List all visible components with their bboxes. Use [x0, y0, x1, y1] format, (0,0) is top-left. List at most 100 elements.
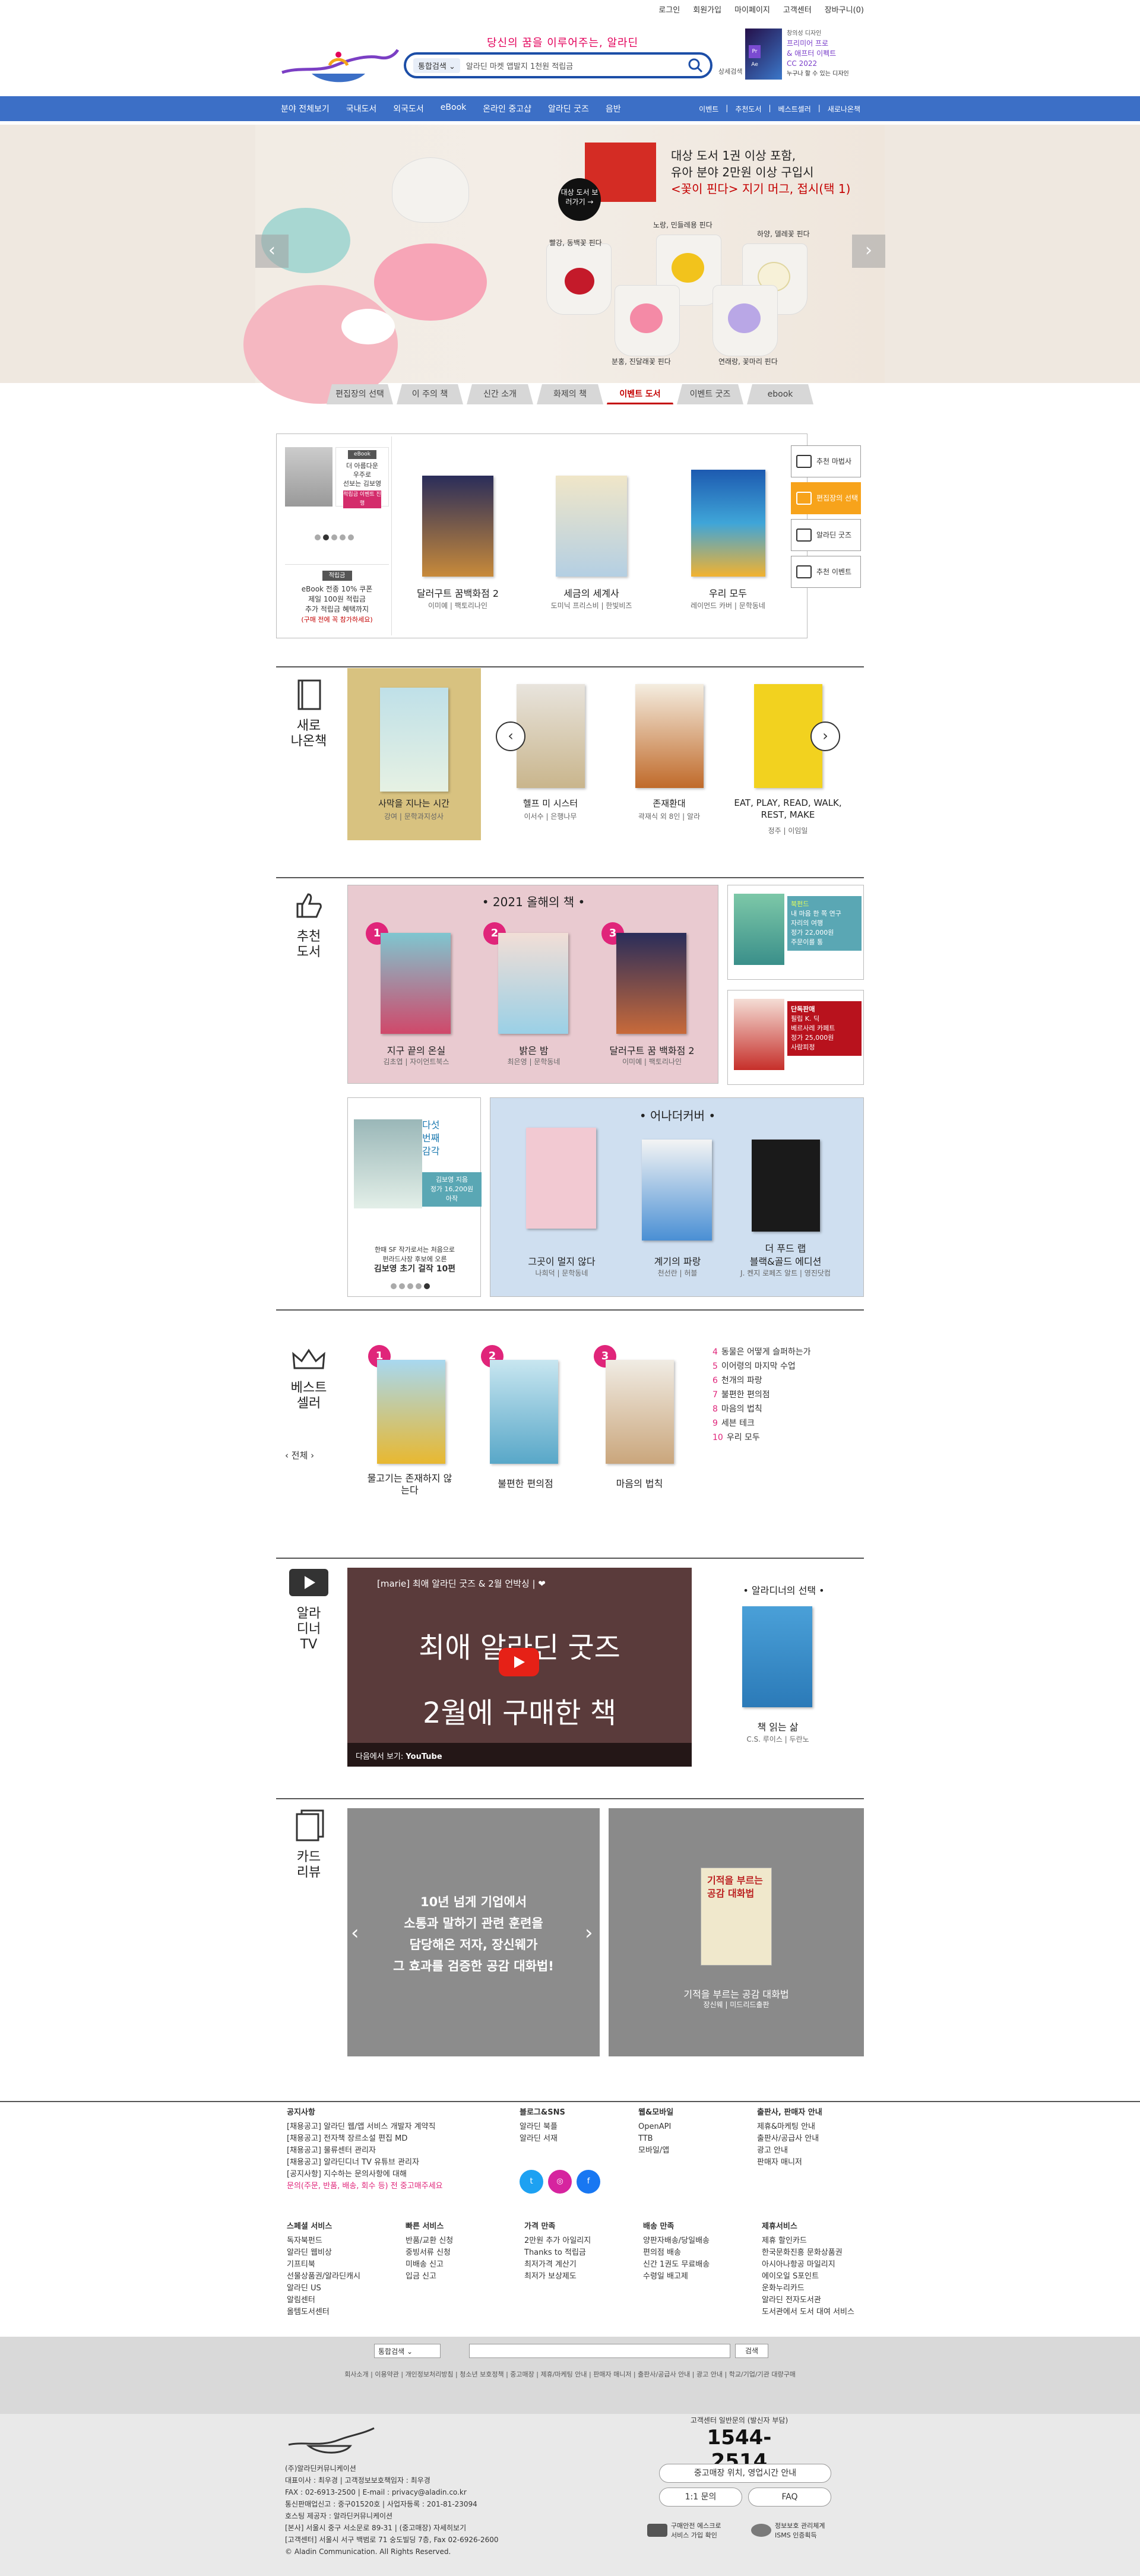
book-cover[interactable] — [556, 476, 627, 577]
footer-link[interactable]: 제휴&마케팅 안내 — [757, 2121, 864, 2133]
mypage-link[interactable]: 마이페이지 — [734, 4, 770, 15]
footer-link[interactable]: 수령일 배고제 — [643, 2271, 753, 2283]
book-cover[interactable] — [752, 1140, 820, 1232]
goods-button[interactable]: 알라딘 굿즈 — [791, 519, 861, 551]
inquiry-button[interactable]: 1:1 문의 — [659, 2488, 742, 2507]
footer-search-category[interactable]: 통합검색 ⌄ — [374, 2344, 441, 2358]
card-prev-arrow[interactable]: ‹ — [351, 1921, 359, 1945]
book-title[interactable]: 세금의 세계사 — [532, 586, 651, 600]
book-cover[interactable] — [606, 1360, 674, 1464]
footer-link[interactable]: 최저가격 계산기 — [524, 2259, 634, 2271]
bestseller-list-item[interactable]: 6 천개의 파랑 — [712, 1374, 811, 1388]
next-arrow-button[interactable]: › — [810, 721, 840, 751]
book-cover[interactable] — [616, 933, 686, 1034]
ebook-coupon-promo[interactable]: 적립금 eBook 전종 10% 쿠폰 제일 100원 적립금 추가 적립금 혜… — [285, 564, 389, 625]
book-cover[interactable] — [380, 688, 448, 792]
carousel-dots[interactable] — [315, 534, 354, 540]
book-cover[interactable] — [381, 933, 451, 1034]
book-title[interactable]: 책 읽는 삶 — [718, 1719, 837, 1733]
policy-link[interactable]: 학교/기업/기관 대량구매 — [729, 2371, 796, 2378]
tab-ebook[interactable]: ebook — [747, 384, 813, 404]
bestseller-list-item[interactable]: 7 불편한 편의점 — [712, 1388, 811, 1402]
tab-hot-books[interactable]: 화제의 책 — [537, 384, 603, 404]
card-next-arrow[interactable]: › — [585, 1921, 593, 1945]
book-cover[interactable] — [635, 684, 704, 788]
header-ad[interactable]: Pr Ae 창의성 디자인 프리미어 프로 & 애프터 이펙트 CC 2022 … — [745, 29, 864, 88]
bestseller-list-item[interactable]: 10 우리 모두 — [712, 1431, 811, 1445]
policy-link[interactable]: 회사소개 — [344, 2371, 368, 2378]
author-photo[interactable] — [285, 447, 332, 507]
book-title[interactable]: 우리 모두 — [669, 586, 787, 600]
nav-foreign[interactable]: 외국도서 — [393, 103, 424, 115]
search-icon[interactable] — [688, 58, 703, 73]
recommend-event-button[interactable]: 추천 이벤트 — [791, 556, 861, 588]
footer-link[interactable]: 알라딘 웹비상 — [287, 2247, 397, 2259]
book-cover[interactable] — [526, 1128, 596, 1229]
bookfund-promo[interactable]: 북펀드 내 마음 한 쪽 연구 자리의 여행 정가 22,000원 주문이를 통 — [727, 885, 864, 980]
footer-link[interactable]: 알라딘 북플 — [520, 2121, 626, 2133]
footer-link[interactable]: 아시아나항공 마일리지 — [762, 2259, 872, 2271]
policy-link[interactable]: 제휴/마케팅 안내 — [540, 2371, 587, 2378]
best-category-nav[interactable]: ‹ 전체 › — [285, 1449, 314, 1461]
book-cover[interactable] — [517, 684, 585, 788]
policy-link[interactable]: 청소년 보호정책 — [460, 2371, 504, 2378]
book-title[interactable]: 물고기는 존재하지 않는다 — [365, 1473, 454, 1496]
ebook-promo-card[interactable]: eBook 더 아름다운 우주로 선보는 김보영 적립금 이벤트 진행 — [335, 447, 389, 508]
carousel-dots[interactable] — [391, 1283, 430, 1289]
book-cover[interactable] — [642, 1140, 712, 1240]
footer-link[interactable]: 2만원 추가 아일리지 — [524, 2235, 634, 2247]
search-category-select[interactable]: 통합검색 ⌄ — [413, 58, 460, 73]
nav-bestseller[interactable]: 베스트셀러 — [778, 104, 811, 114]
footer-link[interactable]: 입금 신고 — [406, 2271, 515, 2283]
bestseller-list-item[interactable]: 4 동물은 어떻게 슬퍼하는가 — [712, 1345, 811, 1359]
book-title[interactable]: 달러구트 꿈백화점 2 — [398, 586, 517, 600]
footer-link[interactable]: 편의점 배송 — [643, 2247, 753, 2259]
twitter-icon[interactable]: t — [520, 2170, 543, 2194]
footer-link[interactable]: [채용공고] 알라딘디너 TV 유튜브 관리자 — [287, 2157, 512, 2169]
footer-link[interactable]: [채용공고] 알라딘 웹/앱 서비스 개발자 계약직 — [287, 2121, 512, 2133]
book-title[interactable]: 존재환대 — [610, 797, 729, 809]
search-input[interactable]: 알라딘 마켓 앱발지 1천원 적립금 — [466, 60, 688, 71]
footer-link[interactable]: 신간 1권도 무료배송 — [643, 2259, 753, 2271]
nav-music[interactable]: 음반 — [606, 103, 621, 115]
footer-link[interactable]: Thanks to 적립금 — [524, 2247, 634, 2259]
book-cover[interactable] — [742, 1606, 812, 1707]
footer-link[interactable]: 출판사/공급사 안내 — [757, 2133, 864, 2145]
card-review-1[interactable]: 10년 넘게 기업에서 소통과 말하기 관련 훈련을 담당해온 저자, 장신웨가 그 … — [347, 1808, 600, 2056]
recommend-wizard-button[interactable]: 추천 마법사 — [791, 445, 861, 477]
footer-link[interactable]: [채용공고] 전자책 장르소설 편집 MD — [287, 2133, 512, 2145]
footer-link[interactable]: 기프티북 — [287, 2259, 397, 2271]
banner-go-button[interactable]: 대상 도서 보러가기 → — [558, 178, 601, 221]
bestseller-list-item[interactable]: 5 이어령의 마지막 수업 — [712, 1359, 811, 1374]
signup-link[interactable]: 회원가입 — [693, 4, 721, 15]
login-link[interactable]: 로그인 — [658, 4, 680, 15]
play-button-icon[interactable] — [499, 1648, 539, 1676]
footer-link[interactable]: 미배송 신고 — [406, 2259, 515, 2271]
policy-link[interactable]: 광고 안내 — [696, 2371, 723, 2378]
footer-link[interactable]: 운화누리카드 — [762, 2283, 872, 2295]
nav-domestic[interactable]: 국내도서 — [346, 103, 377, 115]
youtube-video[interactable]: [marie] 최애 알라딘 굿즈 & 2월 언박싱 | ❤ 최애 알라딘 굿즈… — [347, 1568, 692, 1767]
footer-link[interactable]: 도서관에서 도서 대여 서비스 — [762, 2306, 872, 2318]
book-title[interactable]: 계기의 파랑 — [618, 1254, 737, 1268]
customer-center-link[interactable]: 고객센터 — [783, 4, 812, 15]
footer-link[interactable]: 한국문화진흥 문화상품권 — [762, 2247, 872, 2259]
policy-link[interactable]: 중고매장 — [510, 2371, 534, 2378]
nav-recommend[interactable]: 추천도서 — [735, 104, 761, 114]
book-title[interactable]: 밝은 밤 — [474, 1043, 593, 1057]
book-title[interactable]: 더 푸드 랩 — [726, 1240, 845, 1255]
footer-search-input[interactable] — [469, 2344, 730, 2358]
footer-link[interactable]: 모바일/앱 — [638, 2145, 745, 2157]
nav-used-shop[interactable]: 온라인 중고샵 — [483, 103, 531, 115]
banner-next-arrow[interactable]: › — [852, 235, 885, 268]
tab-new-intro[interactable]: 신간 소개 — [467, 384, 533, 404]
policy-link[interactable]: 판매자 매니저 — [593, 2371, 631, 2378]
instagram-icon[interactable]: ◎ — [548, 2170, 572, 2194]
footer-link[interactable]: 최저가 보상제도 — [524, 2271, 634, 2283]
footer-link[interactable]: TTB — [638, 2133, 745, 2145]
editor-pick-button[interactable]: 편집장의 선택 — [791, 482, 861, 514]
footer-link[interactable]: 독자북펀드 — [287, 2235, 397, 2247]
book-title[interactable]: 헬프 미 시스터 — [491, 797, 610, 809]
footer-link[interactable]: 선물상품권/알라딘캐시 — [287, 2271, 397, 2283]
nav-goods[interactable]: 알라딘 굿즈 — [548, 103, 589, 115]
